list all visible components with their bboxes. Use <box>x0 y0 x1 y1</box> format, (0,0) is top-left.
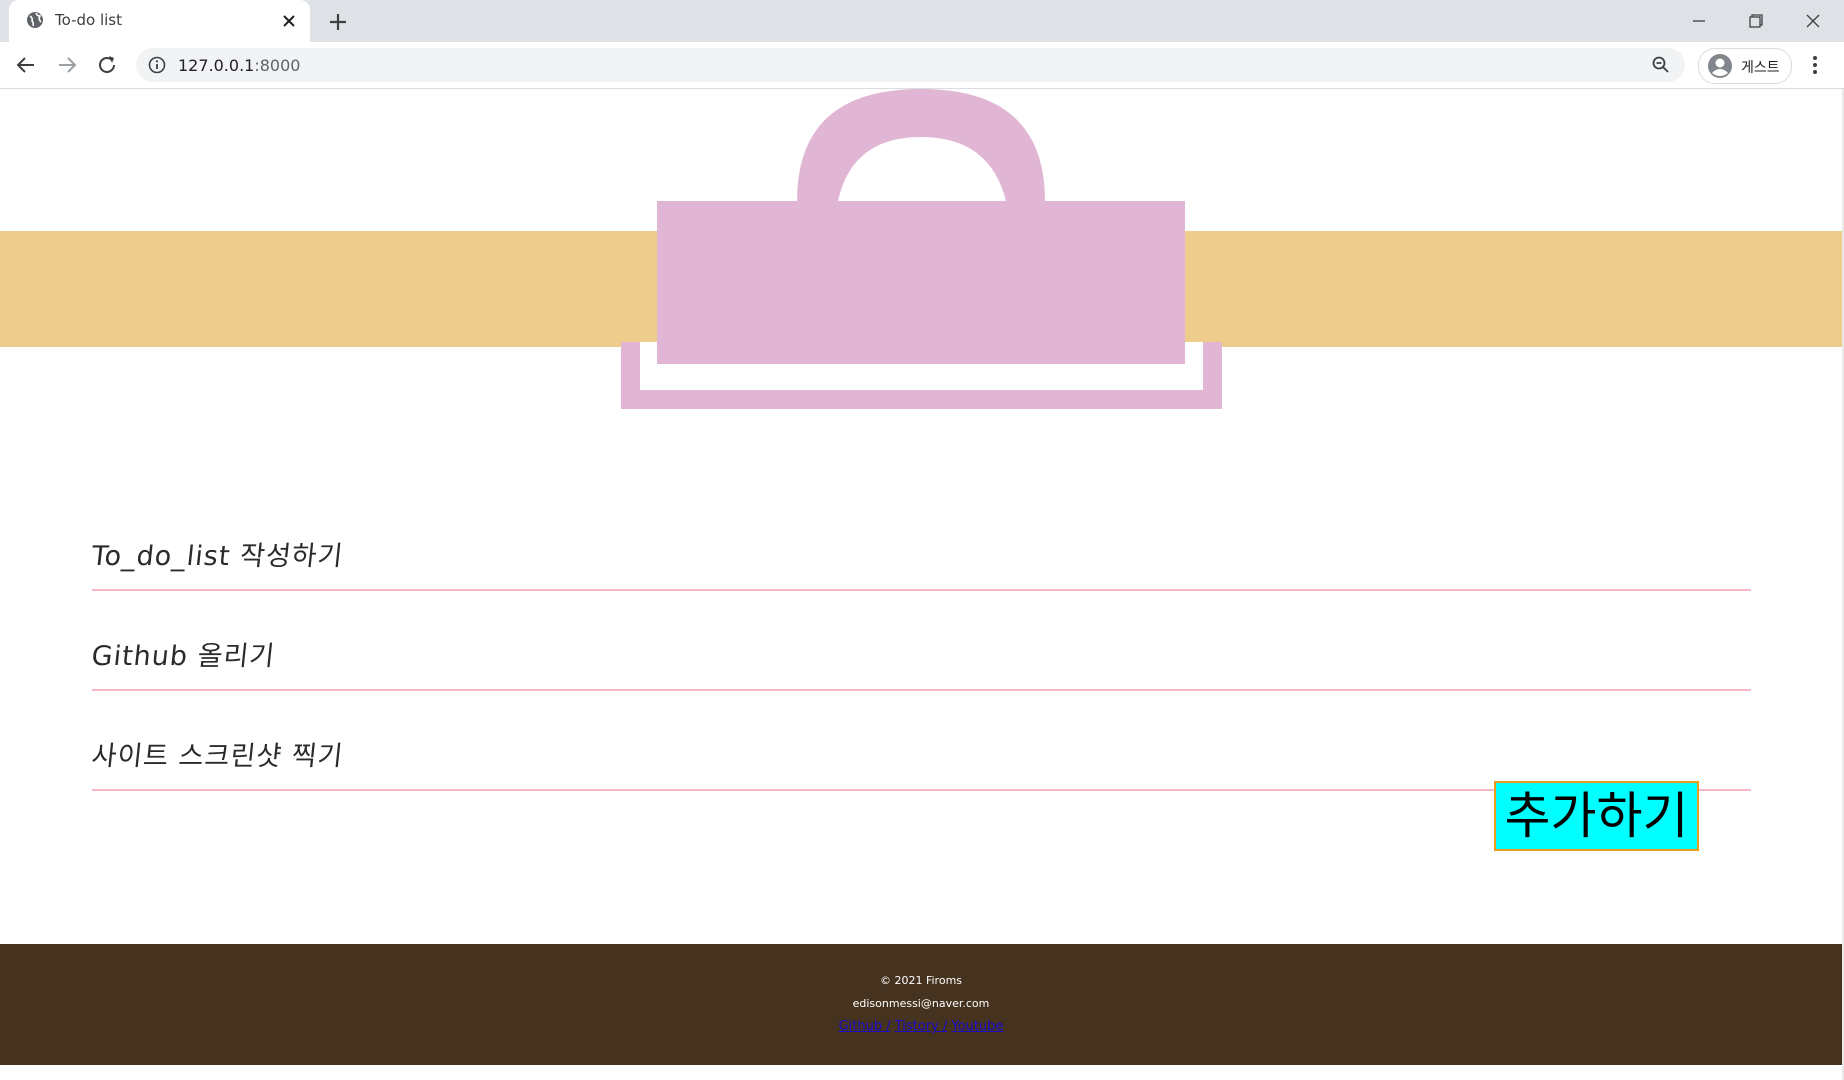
close-icon[interactable] <box>279 11 299 31</box>
todo-item[interactable]: 사이트 스크린샷 찍기 <box>90 689 1751 791</box>
arrow-left-icon[interactable] <box>14 53 38 77</box>
url-host: 127.0.0.1 <box>178 56 255 75</box>
avatar-icon <box>1708 54 1732 78</box>
github-link[interactable]: Github / <box>839 1019 891 1034</box>
footer: © 2021 Firoms edisonmessi@naver.com Gith… <box>0 944 1842 1065</box>
footer-email: edisonmessi@naver.com <box>852 997 990 1010</box>
page-viewport: To_do_list 작성하기 Github 올리기 사이트 스크린샷 찍기 추… <box>0 89 1844 1080</box>
address-bar[interactable]: 127.0.0.1:8000 <box>136 48 1685 82</box>
zoom-icon[interactable] <box>1651 55 1671 75</box>
todo-item[interactable]: Github 올리기 <box>90 589 1751 691</box>
tistory-link[interactable]: Tistory / <box>895 1019 948 1034</box>
todo-text: 사이트 스크린샷 찍기 <box>90 741 346 772</box>
globe-icon <box>27 12 43 28</box>
clipboard-bag-icon <box>621 89 1222 409</box>
info-icon[interactable] <box>148 56 166 74</box>
plus-icon[interactable] <box>326 10 350 34</box>
profile-button[interactable]: 게스트 <box>1698 48 1792 84</box>
todo-text: Github 올리기 <box>90 641 277 672</box>
restore-icon[interactable] <box>1743 8 1769 34</box>
todo-item[interactable]: To_do_list 작성하기 <box>90 489 1751 591</box>
window-close-icon[interactable] <box>1800 8 1826 34</box>
arrow-right-icon[interactable] <box>55 53 79 77</box>
tab-title: To-do list <box>55 11 122 29</box>
url-port: :8000 <box>254 56 301 75</box>
reload-icon[interactable] <box>95 53 119 77</box>
youtube-link[interactable]: Youtube <box>951 1019 1003 1034</box>
footer-copyright: © 2021 Firoms <box>879 974 963 987</box>
add-todo-button[interactable]: 추가하기 <box>1494 781 1699 851</box>
profile-label: 게스트 <box>1741 60 1780 76</box>
minimize-icon[interactable] <box>1686 8 1712 34</box>
url-text: 127.0.0.1:8000 <box>178 56 300 75</box>
kebab-menu-icon[interactable] <box>1804 54 1826 76</box>
todo-text: To_do_list 작성하기 <box>90 541 346 572</box>
browser-tab[interactable]: To-do list <box>9 0 310 42</box>
browser-toolbar: 127.0.0.1:8000 게스트 <box>0 42 1844 89</box>
browser-tabstrip: To-do list <box>0 0 1844 42</box>
footer-links: Github / Tistory / Youtube <box>0 1019 1842 1034</box>
